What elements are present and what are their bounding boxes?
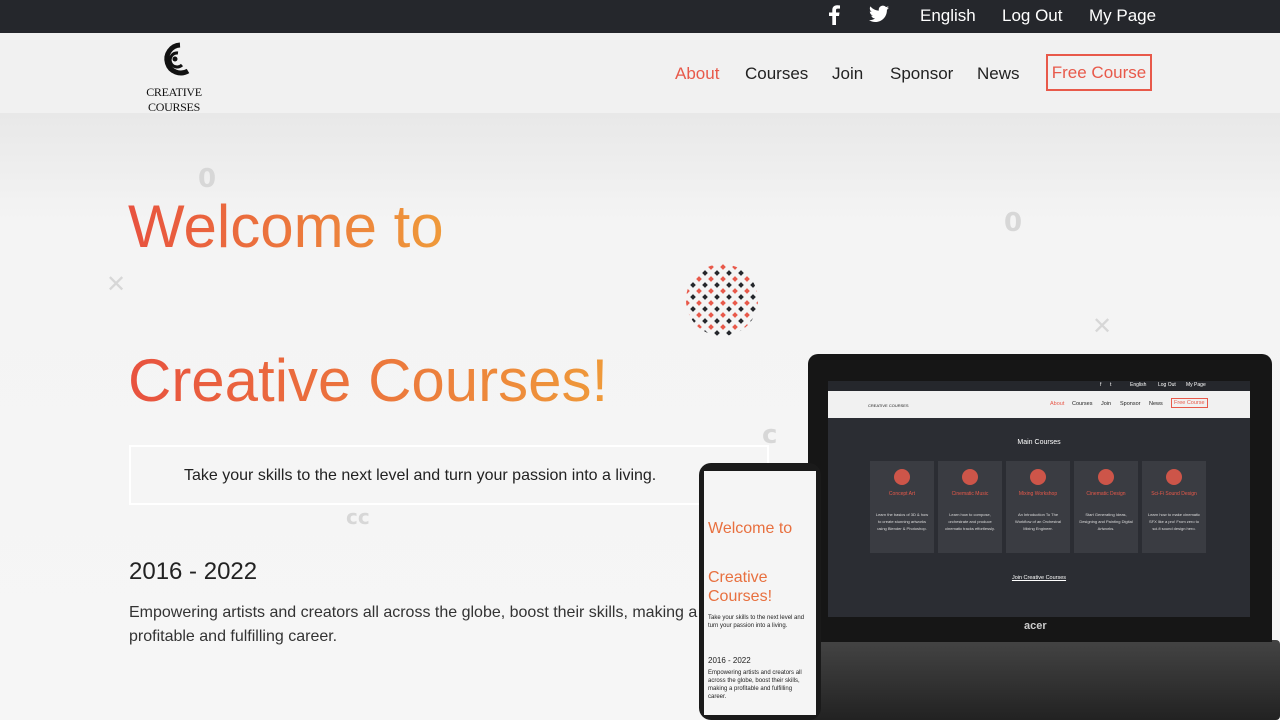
mini-language: English [1130, 382, 1147, 388]
spaceship-icon [1166, 469, 1182, 485]
mini-course-card: Cinematic Music Learn how to compose, or… [938, 461, 1002, 553]
main-header: CREATIVE COURSES About Courses Join Spon… [0, 33, 1280, 114]
mini-topbar: f t English Log Out My Page [828, 381, 1250, 391]
hero-title-line2: Creative Courses! [128, 347, 609, 414]
mini-course-card: Concept Art Learn the basics of 3D & how… [870, 461, 934, 553]
phone-tagline: Take your skills to the next level and t… [708, 615, 805, 629]
mini-nav-sponsor: Sponsor [1120, 401, 1141, 407]
mini-course-card: Cinematic Design Start Generating Ideas,… [1074, 461, 1138, 553]
phone-mockup: Welcome to Creative Courses! Take your s… [699, 463, 821, 720]
mini-nav-news: News [1149, 401, 1163, 407]
nav-news[interactable]: News [977, 64, 1020, 84]
phone-years: 2016 - 2022 [708, 656, 751, 665]
free-course-button[interactable]: Free Course [1046, 54, 1152, 91]
clapperboard-icon [962, 469, 978, 485]
mini-logout: Log Out [1158, 382, 1176, 388]
decor-zero-icon: 0 [198, 164, 217, 194]
mini-nav-about: About [1050, 401, 1065, 407]
mini-nav-courses: Courses [1072, 401, 1093, 407]
mini-facebook-icon: f [1100, 382, 1102, 388]
nav-about[interactable]: About [675, 64, 719, 84]
mini-card-title: Cinematic Design [1086, 491, 1126, 497]
mini-card-desc: Learn how to compose, orchestrate and pr… [945, 512, 995, 531]
hero-tagline: Take your skills to the next level and t… [184, 467, 657, 484]
mini-course-card: Mixing Workshop An Introduction To The W… [1006, 461, 1070, 553]
decor-cross-icon: ✕ [106, 270, 127, 298]
mixer-icon [1030, 469, 1046, 485]
mini-twitter-icon: t [1110, 382, 1112, 388]
mini-card-desc: Learn the basics of 3D & how to create s… [875, 512, 929, 531]
logout-link[interactable]: Log Out [1002, 6, 1063, 26]
mini-nav-join: Join [1101, 401, 1112, 407]
hero-description: Empowering artists and creators all acro… [129, 604, 698, 645]
mini-join-link: Join Creative Courses [1011, 575, 1067, 581]
decor-cross-icon: ✕ [1092, 312, 1113, 340]
nav-sponsor[interactable]: Sponsor [890, 64, 953, 84]
twitter-icon[interactable] [869, 5, 889, 28]
mini-course-card: Sci-Fi Sound Design Learn how to make ci… [1142, 461, 1206, 553]
mini-card-desc: Start Generating Ideas, Designing and Pa… [1079, 512, 1133, 531]
phone-screen-content: Welcome to Creative Courses! Take your s… [704, 471, 816, 715]
hero-years: 2016 - 2022 [129, 558, 258, 585]
mini-free-course: Free Course [1171, 398, 1208, 408]
phone-title-line1: Welcome to [708, 520, 793, 537]
my-page-link[interactable]: My Page [1089, 6, 1156, 26]
laptop-brand-logo: acer [1024, 620, 1047, 632]
logo-icon [164, 42, 190, 76]
tagline-box: Take your skills to the next level and t… [129, 445, 769, 505]
decor-zero-icon: 0 [1004, 208, 1023, 238]
mini-header: CREATIVE COURSES About Courses Join Spon… [828, 391, 1250, 418]
mini-mypage: My Page [1186, 382, 1206, 388]
logo-text: CREATIVE COURSES [146, 85, 202, 114]
mini-card-title: Concept Art [888, 491, 916, 497]
mini-card-desc: Learn how to make cinematic SFX like a p… [1147, 512, 1201, 531]
mini-card-desc: An Introduction To The Workflow of an Or… [1015, 512, 1061, 531]
mini-main-courses-title: Main Courses [1017, 439, 1061, 446]
phone-description: Empowering artists and creators all acro… [708, 670, 802, 700]
phone-title-line2: Creative Courses! [708, 569, 773, 605]
language-link[interactable]: English [920, 6, 976, 26]
laptop-keyboard [780, 640, 1280, 720]
decor-c-icon: cc [346, 505, 370, 529]
nav-join[interactable]: Join [832, 64, 863, 84]
mini-card-title: Cinematic Music [951, 491, 989, 497]
concept-art-icon [894, 469, 910, 485]
nav-courses[interactable]: Courses [745, 64, 808, 84]
laptop-mockup: f t English Log Out My Page CREATIVE COU… [808, 354, 1272, 642]
mini-card-title: Sci-Fi Sound Design [1151, 491, 1197, 497]
decor-dot-pattern-icon [686, 264, 758, 336]
logo[interactable]: CREATIVE COURSES [128, 41, 220, 114]
facebook-icon[interactable] [828, 5, 840, 30]
hero-title-line1: Welcome to [128, 193, 444, 260]
top-bar: English Log Out My Page [0, 0, 1280, 33]
mini-card-title: Mixing Workshop [1018, 491, 1058, 497]
laptop-screen-content: f t English Log Out My Page CREATIVE COU… [828, 381, 1250, 617]
mini-logo-text: CREATIVE COURSES [868, 403, 909, 408]
camera-icon [1098, 469, 1114, 485]
